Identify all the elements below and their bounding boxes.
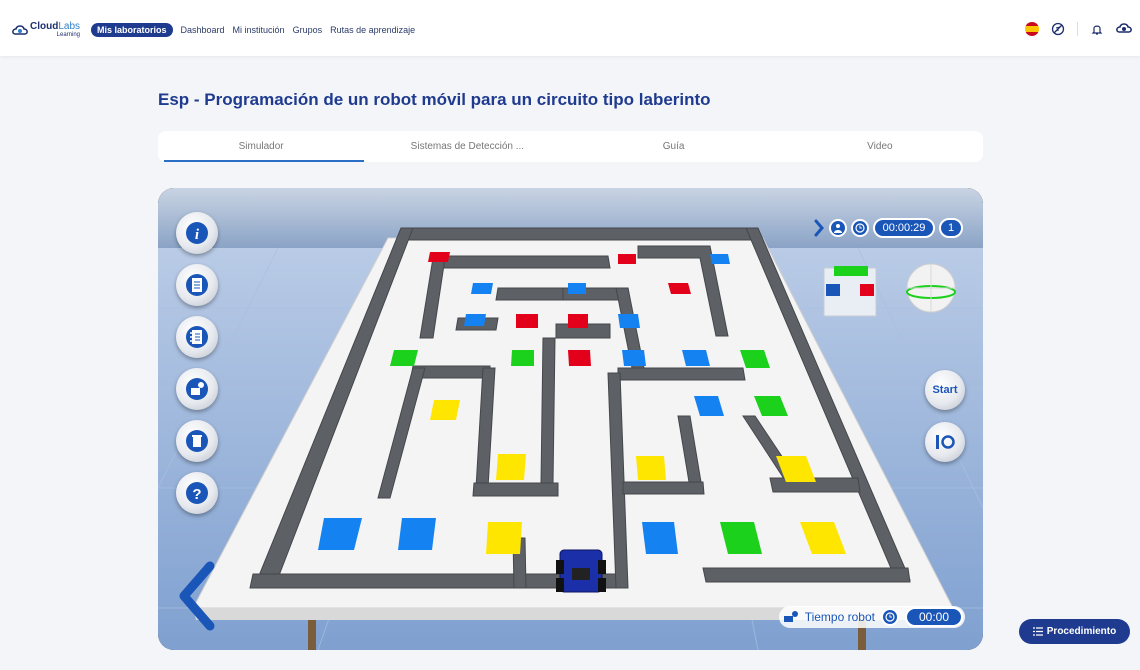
- document-button[interactable]: [176, 264, 218, 306]
- clock-icon: [851, 219, 869, 237]
- help-icon: ?: [186, 482, 208, 504]
- orientation-sphere[interactable]: [906, 263, 956, 313]
- top-navbar: CloudLabs Learning Mis laboratorios Dash…: [0, 0, 1140, 56]
- maze-scene[interactable]: [158, 188, 983, 650]
- tab-sistemas-deteccion[interactable]: Sistemas de Detección ...: [364, 131, 570, 162]
- list-icon: [1032, 627, 1043, 636]
- logo-text: CloudLabs Learning: [30, 22, 80, 40]
- no-accessibility-icon[interactable]: [1051, 22, 1065, 36]
- chevron-right-icon[interactable]: [813, 218, 825, 238]
- nav-mi-institucion[interactable]: Mi institución: [233, 25, 285, 35]
- robot-clock-icon: [880, 608, 899, 626]
- simulator-viewport[interactable]: i ? 00:00:29 1 Start Tiempo robot 00:00: [158, 188, 983, 650]
- bell-icon[interactable]: [1090, 22, 1104, 36]
- document-icon: [186, 274, 208, 296]
- robot-config-button[interactable]: [176, 368, 218, 410]
- procedure-label: Procedimiento: [1046, 626, 1117, 637]
- header-actions: [1025, 22, 1132, 36]
- header-separator: [1077, 22, 1078, 36]
- robot-time-label: Tiempo robot: [804, 610, 875, 624]
- info-button[interactable]: i: [176, 212, 218, 254]
- robot-config-icon: [186, 378, 208, 400]
- view-cube[interactable]: [823, 266, 877, 317]
- timer-hud: 00:00:29 1: [813, 218, 963, 238]
- robot-time-value: 00:00: [904, 607, 963, 627]
- robot-icon: [783, 611, 798, 622]
- help-button[interactable]: ?: [176, 472, 218, 514]
- nav-mis-laboratorios[interactable]: Mis laboratorios: [91, 23, 173, 37]
- reset-icon: [936, 435, 955, 449]
- info-icon: i: [186, 222, 208, 244]
- nav-grupos[interactable]: Grupos: [293, 25, 323, 35]
- page-title: Esp - Programación de un robot móvil par…: [158, 90, 711, 109]
- robot-car[interactable]: [556, 549, 606, 593]
- main-nav: Mis laboratorios Dashboard Mi institució…: [91, 23, 415, 37]
- spain-flag-icon[interactable]: [1025, 22, 1039, 36]
- notebook-icon: [186, 326, 208, 348]
- nav-rutas-aprendizaje[interactable]: Rutas de aprendizaje: [330, 25, 415, 35]
- tab-guia[interactable]: Guía: [571, 131, 777, 162]
- logo-brand-bold: Cloud: [30, 21, 59, 32]
- attempt-counter: 1: [939, 218, 963, 238]
- cloudlabs-logo-icon: [12, 25, 28, 35]
- robot-time-hud: Tiempo robot 00:00: [778, 606, 965, 628]
- tab-simulador[interactable]: Simulador: [158, 131, 365, 162]
- notebook-button[interactable]: [176, 316, 218, 358]
- trash-button[interactable]: [176, 420, 218, 462]
- logo-sub: Learning: [56, 32, 81, 38]
- user-menu-icon[interactable]: [1116, 22, 1132, 36]
- cloudlabs-logo[interactable]: CloudLabs Learning: [12, 22, 80, 40]
- reset-button[interactable]: [925, 422, 965, 462]
- tab-video[interactable]: Video: [777, 131, 983, 162]
- nav-dashboard[interactable]: Dashboard: [181, 25, 225, 35]
- procedure-button[interactable]: Procedimiento: [1019, 619, 1130, 644]
- user-icon: [829, 219, 847, 237]
- trash-icon: [186, 430, 208, 452]
- start-button[interactable]: Start: [925, 370, 965, 410]
- svg-text:?: ?: [192, 486, 201, 503]
- elapsed-time: 00:00:29: [873, 218, 935, 238]
- lab-tabs: Simulador Sistemas de Detección ... Guía…: [158, 131, 983, 162]
